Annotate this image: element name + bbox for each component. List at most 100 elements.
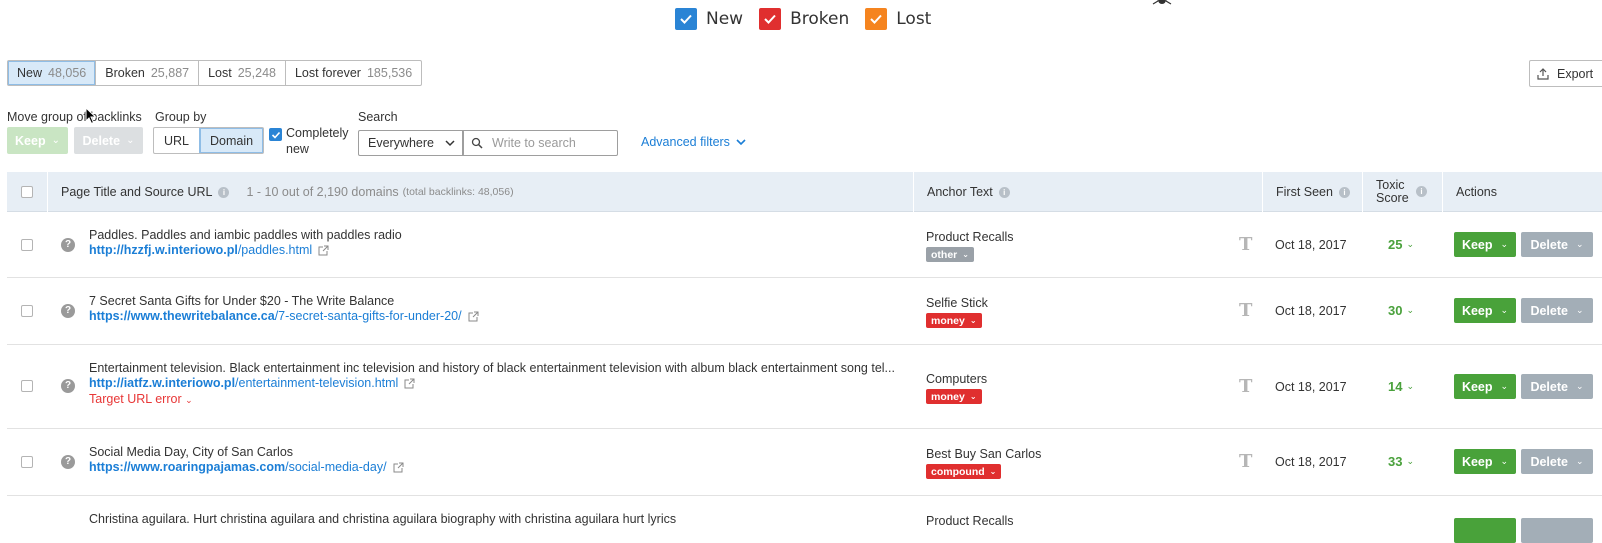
tab-lost[interactable]: Lost 25,248 (199, 61, 286, 85)
info-icon[interactable]: i (998, 186, 1010, 198)
bulk-keep-button[interactable]: Keep ⌄ (7, 127, 68, 154)
export-icon (1537, 67, 1549, 80)
row-title: 7 Secret Santa Gifts for Under $20 - The… (89, 294, 395, 308)
row-toxic-score[interactable]: 25 ⌄ (1388, 237, 1414, 252)
tab-count: 25,248 (237, 66, 276, 80)
question-icon[interactable]: ? (61, 304, 75, 318)
chevron-down-icon: ⌄ (989, 467, 997, 476)
chevron-down-icon: ⌄ (969, 392, 977, 401)
search-scope-value: Everywhere (368, 136, 434, 150)
tab-lost-forever[interactable]: Lost forever 185,536 (286, 61, 421, 85)
row-source-url[interactable]: https://www.roaringpajamas.com/social-me… (89, 460, 404, 474)
delete-button[interactable]: Delete ⌄ (1521, 232, 1593, 257)
table-row: ? 7 Secret Santa Gifts for Under $20 - T… (7, 278, 1602, 345)
header-anchor-label: Anchor Text (927, 185, 993, 199)
question-icon[interactable]: ? (61, 238, 75, 252)
toxic-value: 30 (1388, 303, 1403, 318)
tab-new[interactable]: New 48,056 (8, 61, 97, 85)
delete-button[interactable]: Delete ⌄ (1521, 374, 1593, 399)
target-url-error-label: Target URL error (89, 392, 182, 406)
external-link-icon[interactable] (404, 378, 415, 389)
info-icon[interactable]: i (1338, 186, 1350, 198)
chevron-down-icon: ⌄ (1575, 305, 1584, 315)
legend-label-lost: Lost (896, 9, 932, 29)
external-link-icon[interactable] (468, 311, 479, 322)
keep-button[interactable] (1454, 518, 1516, 543)
row-checkbox[interactable] (21, 239, 33, 251)
anchor-type-tag[interactable]: money ⌄ (926, 313, 982, 328)
row-source-url[interactable]: http://iatfz.w.interiowo.pl/entertainmen… (89, 376, 415, 390)
chevron-down-icon: ⌄ (1500, 305, 1509, 315)
search-label: Search (358, 110, 398, 124)
chevron-down-icon: ⌄ (126, 135, 135, 146)
anchor-type-tag[interactable]: money ⌄ (926, 389, 982, 404)
tab-broken[interactable]: Broken 25,887 (96, 61, 200, 85)
legend-lost[interactable]: Lost (865, 8, 931, 30)
group-by-domain[interactable]: Domain (199, 128, 264, 153)
keep-label: Keep (1461, 237, 1493, 252)
delete-button[interactable] (1521, 518, 1593, 543)
table-row: Christina aguilara. Hurt christina aguil… (7, 496, 1602, 543)
keep-button[interactable]: Keep ⌄ (1454, 449, 1516, 474)
tab-label: Broken (105, 66, 145, 80)
chevron-down-icon: ⌄ (1500, 381, 1509, 391)
legend-broken[interactable]: Broken (759, 8, 849, 30)
delete-label: Delete (1530, 303, 1568, 318)
row-toxic-score[interactable]: 14 ⌄ (1388, 379, 1414, 394)
new-checkbox-icon[interactable] (675, 8, 697, 30)
delete-button[interactable]: Delete ⌄ (1521, 298, 1593, 323)
keep-button[interactable]: Keep ⌄ (1454, 298, 1516, 323)
anchor-type-tag[interactable]: other ⌄ (926, 247, 974, 262)
header-divider (913, 172, 914, 212)
bulk-delete-button[interactable]: Delete ⌄ (74, 127, 143, 154)
external-link-icon[interactable] (318, 245, 329, 256)
delete-button[interactable]: Delete ⌄ (1521, 449, 1593, 474)
lost-checkbox-icon[interactable] (865, 8, 888, 30)
header-anchor-text: Anchor Text i (927, 172, 1010, 212)
row-toxic-score[interactable]: 30 ⌄ (1388, 303, 1414, 318)
row-anchor-text: Product Recalls (926, 514, 1014, 528)
question-icon[interactable]: ? (61, 379, 75, 393)
keep-button[interactable]: Keep ⌄ (1454, 232, 1516, 257)
export-button[interactable]: Export (1529, 60, 1602, 87)
keep-button[interactable]: Keep ⌄ (1454, 374, 1516, 399)
anchor-type-tag[interactable]: compound ⌄ (926, 464, 1002, 479)
chevron-down-icon: ⌄ (1575, 239, 1584, 249)
advanced-filters-link[interactable]: Advanced filters (641, 135, 746, 149)
url-domain: http://iatfz.w.interiowo.pl (89, 376, 236, 390)
header-first-seen[interactable]: First Seen i (1276, 172, 1350, 212)
delete-label: Delete (1530, 237, 1568, 252)
table-row: ? Paddles. Paddles and iambic paddles wi… (7, 212, 1602, 278)
completely-new-checkbox[interactable] (269, 128, 282, 141)
group-by-url[interactable]: URL (154, 128, 199, 153)
select-all-checkbox[interactable] (21, 186, 33, 198)
url-path: /social-media-day/ (285, 460, 387, 474)
move-group-label: Move group of backlinks (7, 110, 142, 124)
url-domain: https://www.roaringpajamas.com (89, 460, 286, 474)
broken-checkbox-icon[interactable] (759, 8, 782, 30)
header-toxic-score[interactable]: Toxic Score (1376, 172, 1409, 212)
info-icon[interactable]: i (218, 186, 230, 198)
chevron-down-icon: ⌄ (962, 250, 969, 259)
row-checkbox[interactable] (21, 456, 33, 468)
toxic-value: 33 (1388, 454, 1403, 469)
search-scope-select[interactable]: Everywhere (358, 130, 464, 156)
text-type-icon: T (1239, 451, 1253, 472)
row-source-url[interactable]: https://www.thewritebalance.ca/7-secret-… (89, 309, 479, 323)
completely-new-label-2: new (286, 142, 309, 156)
target-url-error[interactable]: Target URL error ⌄ (89, 392, 193, 406)
chevron-down-icon: ⌄ (1575, 456, 1584, 466)
tag-label: compound (931, 465, 985, 478)
search-input[interactable] (492, 136, 612, 150)
search-field[interactable] (462, 130, 618, 156)
legend-new[interactable]: New (675, 8, 743, 30)
row-checkbox[interactable] (21, 380, 33, 392)
external-link-icon[interactable] (393, 462, 404, 473)
chevron-down-icon: ⌄ (1500, 456, 1509, 466)
row-checkbox[interactable] (21, 305, 33, 317)
row-toxic-score[interactable]: 33 ⌄ (1388, 454, 1414, 469)
row-source-url[interactable]: http://hzzfj.w.interiowo.pl/paddles.html (89, 243, 329, 257)
question-icon[interactable]: ? (61, 455, 75, 469)
info-icon[interactable]: i (1416, 186, 1427, 197)
legend-label-broken: Broken (790, 9, 850, 29)
